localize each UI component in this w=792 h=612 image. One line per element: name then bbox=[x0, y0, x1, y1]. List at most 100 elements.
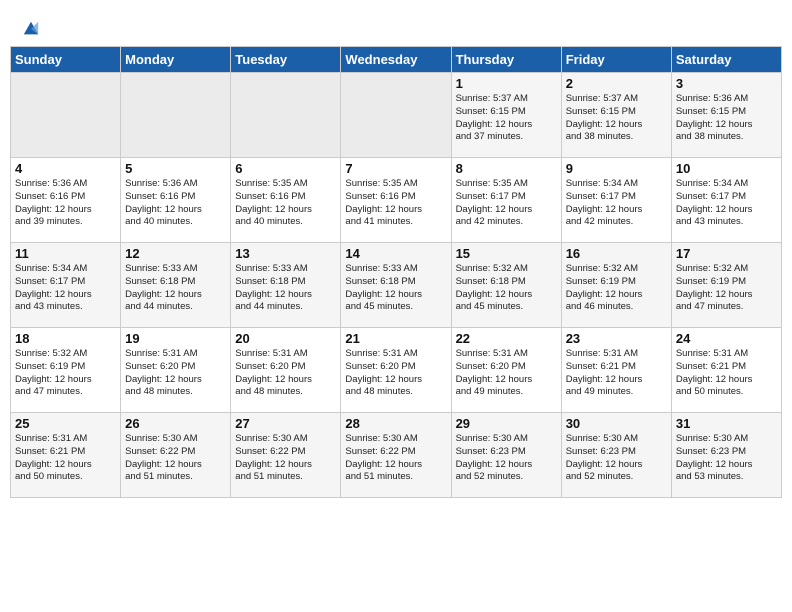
calendar-cell: 8Sunrise: 5:35 AMSunset: 6:17 PMDaylight… bbox=[451, 158, 561, 243]
weekday-header-thursday: Thursday bbox=[451, 47, 561, 73]
day-number: 28 bbox=[345, 416, 446, 431]
cell-info: Sunrise: 5:33 AMSunset: 6:18 PMDaylight:… bbox=[235, 263, 336, 314]
cell-line: Sunrise: 5:35 AM bbox=[345, 178, 417, 189]
cell-line: and 51 minutes. bbox=[125, 471, 193, 482]
day-number: 29 bbox=[456, 416, 557, 431]
calendar-cell: 1Sunrise: 5:37 AMSunset: 6:15 PMDaylight… bbox=[451, 73, 561, 158]
weekday-header-tuesday: Tuesday bbox=[231, 47, 341, 73]
cell-line: Sunset: 6:22 PM bbox=[125, 446, 195, 457]
cell-line: Sunrise: 5:36 AM bbox=[125, 178, 197, 189]
day-number: 18 bbox=[15, 331, 116, 346]
cell-line: Sunset: 6:16 PM bbox=[235, 191, 305, 202]
cell-line: and 45 minutes. bbox=[345, 301, 413, 312]
cell-line: Sunrise: 5:30 AM bbox=[125, 433, 197, 444]
cell-line: Daylight: 12 hours bbox=[676, 459, 753, 470]
calendar-header: SundayMondayTuesdayWednesdayThursdayFrid… bbox=[11, 47, 782, 73]
cell-line: and 39 minutes. bbox=[15, 216, 83, 227]
cell-info: Sunrise: 5:32 AMSunset: 6:19 PMDaylight:… bbox=[566, 263, 667, 314]
cell-line: Sunrise: 5:32 AM bbox=[566, 263, 638, 274]
cell-line: and 48 minutes. bbox=[125, 386, 193, 397]
cell-info: Sunrise: 5:31 AMSunset: 6:21 PMDaylight:… bbox=[566, 348, 667, 399]
cell-line: Sunset: 6:17 PM bbox=[566, 191, 636, 202]
cell-line: Daylight: 12 hours bbox=[456, 289, 533, 300]
day-number: 25 bbox=[15, 416, 116, 431]
cell-info: Sunrise: 5:31 AMSunset: 6:20 PMDaylight:… bbox=[235, 348, 336, 399]
cell-line: Sunset: 6:16 PM bbox=[345, 191, 415, 202]
cell-line: and 38 minutes. bbox=[676, 131, 744, 142]
cell-line: and 50 minutes. bbox=[15, 471, 83, 482]
cell-info: Sunrise: 5:34 AMSunset: 6:17 PMDaylight:… bbox=[566, 178, 667, 229]
cell-info: Sunrise: 5:32 AMSunset: 6:18 PMDaylight:… bbox=[456, 263, 557, 314]
cell-line: Sunrise: 5:31 AM bbox=[15, 433, 87, 444]
calendar-cell: 16 Sunrise: 5:32 AMSunset: 6:19 PMDayligh… bbox=[561, 243, 671, 328]
cell-line: and 41 minutes. bbox=[345, 216, 413, 227]
calendar-cell bbox=[11, 73, 121, 158]
cell-line: and 43 minutes. bbox=[676, 216, 744, 227]
cell-line: Daylight: 12 hours bbox=[676, 374, 753, 385]
cell-line: Sunset: 6:15 PM bbox=[566, 106, 636, 117]
day-number: 4 bbox=[15, 161, 116, 176]
cell-line: Sunrise: 5:30 AM bbox=[345, 433, 417, 444]
day-number: 11 bbox=[15, 246, 116, 261]
cell-info: Sunrise: 5:30 AMSunset: 6:22 PMDaylight:… bbox=[125, 433, 226, 484]
calendar-cell: 12Sunrise: 5:33 AMSunset: 6:18 PMDayligh… bbox=[121, 243, 231, 328]
cell-line: Sunset: 6:22 PM bbox=[235, 446, 305, 457]
cell-line: Sunset: 6:15 PM bbox=[456, 106, 526, 117]
cell-line: Daylight: 12 hours bbox=[566, 204, 643, 215]
cell-line: Sunrise: 5:31 AM bbox=[345, 348, 417, 359]
cell-line: and 52 minutes. bbox=[566, 471, 634, 482]
cell-line: Daylight: 12 hours bbox=[235, 289, 312, 300]
cell-line: Daylight: 12 hours bbox=[15, 374, 92, 385]
cell-line: and 40 minutes. bbox=[235, 216, 303, 227]
cell-line: Daylight: 12 hours bbox=[15, 204, 92, 215]
cell-line: Sunset: 6:17 PM bbox=[15, 276, 85, 287]
cell-line: Sunset: 6:19 PM bbox=[15, 361, 85, 372]
weekday-header-sunday: Sunday bbox=[11, 47, 121, 73]
cell-line: and 51 minutes. bbox=[235, 471, 303, 482]
cell-line: Sunset: 6:21 PM bbox=[676, 361, 746, 372]
cell-line: Sunset: 6:23 PM bbox=[566, 446, 636, 457]
cell-line: Sunrise: 5:36 AM bbox=[676, 93, 748, 104]
calendar-cell: 25 Sunrise: 5:31 AMSunset: 6:21 PMDayligh… bbox=[11, 413, 121, 498]
calendar-cell: 21Sunrise: 5:31 AMSunset: 6:20 PMDayligh… bbox=[341, 328, 451, 413]
calendar-cell: 9Sunrise: 5:34 AMSunset: 6:17 PMDaylight… bbox=[561, 158, 671, 243]
calendar-cell: 18Sunrise: 5:32 AMSunset: 6:19 PMDayligh… bbox=[11, 328, 121, 413]
weekday-header-monday: Monday bbox=[121, 47, 231, 73]
cell-info: Sunrise: 5:31 AMSunset: 6:20 PMDaylight:… bbox=[125, 348, 226, 399]
cell-line: Sunrise: 5:37 AM bbox=[456, 93, 528, 104]
cell-line: Sunrise: 5:30 AM bbox=[235, 433, 307, 444]
cell-line: Daylight: 12 hours bbox=[456, 119, 533, 130]
cell-line: Sunset: 6:19 PM bbox=[676, 276, 746, 287]
day-number: 19 bbox=[125, 331, 226, 346]
day-number: 23 bbox=[566, 331, 667, 346]
day-number: 8 bbox=[456, 161, 557, 176]
cell-line: Daylight: 12 hours bbox=[235, 204, 312, 215]
cell-info: Sunrise: 5:31 AMSunset: 6:21 PMDaylight:… bbox=[15, 433, 116, 484]
cell-line: Daylight: 12 hours bbox=[345, 374, 422, 385]
day-number: 10 bbox=[676, 161, 777, 176]
cell-line: Daylight: 12 hours bbox=[676, 119, 753, 130]
weekday-header-wednesday: Wednesday bbox=[341, 47, 451, 73]
day-number: 27 bbox=[235, 416, 336, 431]
calendar-cell: 28Sunrise: 5:30 AMSunset: 6:22 PMDayligh… bbox=[341, 413, 451, 498]
cell-line: Sunrise: 5:30 AM bbox=[676, 433, 748, 444]
day-number: 26 bbox=[125, 416, 226, 431]
cell-line: Sunrise: 5:30 AM bbox=[456, 433, 528, 444]
cell-line: and 37 minutes. bbox=[456, 131, 524, 142]
cell-line: and 48 minutes. bbox=[345, 386, 413, 397]
cell-line: Daylight: 12 hours bbox=[676, 204, 753, 215]
cell-info: Sunrise: 5:37 AM Sunset: 6:15 PM Daylight:… bbox=[456, 93, 557, 144]
day-number: 16 bbox=[566, 246, 667, 261]
day-number: 24 bbox=[676, 331, 777, 346]
calendar-cell: 5Sunrise: 5:36 AMSunset: 6:16 PMDaylight… bbox=[121, 158, 231, 243]
day-number: 7 bbox=[345, 161, 446, 176]
cell-line: and 42 minutes. bbox=[566, 216, 634, 227]
cell-info: Sunrise: 5:33 AMSunset: 6:18 PMDaylight:… bbox=[345, 263, 446, 314]
cell-info: Sunrise: 5:31 AMSunset: 6:21 PMDaylight:… bbox=[676, 348, 777, 399]
cell-line: Sunrise: 5:31 AM bbox=[125, 348, 197, 359]
cell-info: Sunrise: 5:30 AMSunset: 6:23 PMDaylight:… bbox=[456, 433, 557, 484]
calendar-cell: 30Sunrise: 5:30 AMSunset: 6:23 PMDayligh… bbox=[561, 413, 671, 498]
logo bbox=[20, 18, 40, 38]
cell-line: and 48 minutes. bbox=[235, 386, 303, 397]
page-header bbox=[10, 10, 782, 42]
